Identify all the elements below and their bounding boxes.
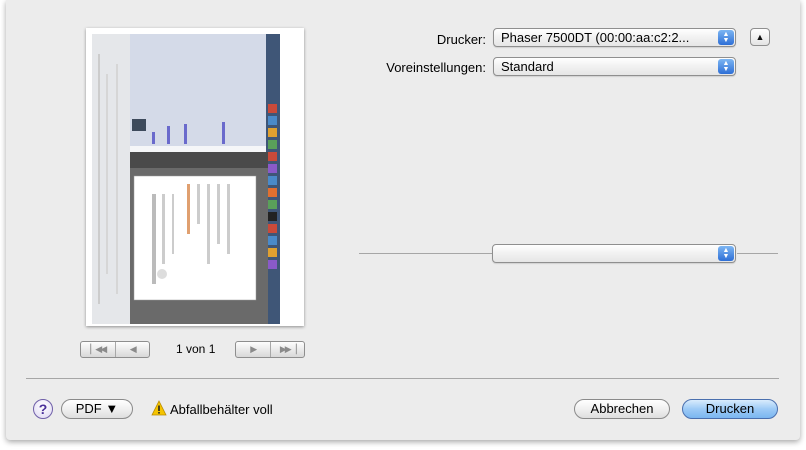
presets-popup[interactable]: Standard ▲ ▼ <box>493 57 736 76</box>
print-dialog: ▏◀◀ ◀ 1 von 1 ▶ ▶▶▕ Drucker: Phaser 7500… <box>6 0 800 440</box>
previous-page-button[interactable]: ◀ <box>114 342 150 357</box>
page-nav-back-group: ▏◀◀ ◀ <box>80 341 150 358</box>
popup-arrows-icon: ▲ ▼ <box>718 30 734 45</box>
separator-right <box>737 253 778 254</box>
pdf-label: PDF ▼ <box>75 401 119 416</box>
separator-left <box>359 253 492 254</box>
print-button[interactable]: Drucken <box>682 399 778 419</box>
printer-label: Drucker: <box>436 32 486 47</box>
print-label: Drucken <box>705 401 755 416</box>
popup-arrows-icon: ▲ ▼ <box>718 59 734 74</box>
first-page-button[interactable]: ▏◀◀ <box>81 342 115 357</box>
preview-page-image <box>92 34 280 324</box>
help-button[interactable]: ? <box>33 399 53 419</box>
printer-popup[interactable]: Phaser 7500DT (00:00:aa:c2:2... ▲ ▼ <box>493 28 736 47</box>
print-preview <box>86 28 304 326</box>
page-nav-forward-group: ▶ ▶▶▕ <box>235 341 305 358</box>
presets-value: Standard <box>501 59 554 74</box>
expand-dialog-button[interactable]: ▲ <box>750 28 770 46</box>
previous-page-icon: ◀ <box>129 344 137 354</box>
first-page-icon: ▏◀◀ <box>90 344 107 354</box>
next-page-icon: ▶ <box>250 344 257 354</box>
cancel-label: Abbrechen <box>590 401 654 416</box>
help-icon: ? <box>38 401 48 417</box>
disclosure-up-icon: ▲ <box>755 32 765 42</box>
presets-label: Voreinstellungen: <box>386 60 486 75</box>
next-page-button[interactable]: ▶ <box>236 342 270 357</box>
popup-arrows-icon: ▲ ▼ <box>718 246 734 261</box>
warning-text: Abfallbehälter voll <box>170 402 273 417</box>
last-page-icon: ▶▶▕ <box>279 344 297 354</box>
pdf-menu-button[interactable]: PDF ▼ <box>61 399 133 419</box>
warning-icon <box>151 400 167 416</box>
footer-separator <box>26 378 779 379</box>
cancel-button[interactable]: Abbrechen <box>574 399 670 419</box>
section-popup[interactable]: ▲ ▼ <box>492 244 736 263</box>
printer-value: Phaser 7500DT (00:00:aa:c2:2... <box>501 30 690 45</box>
page-count: 1 von 1 <box>176 342 216 356</box>
last-page-button[interactable]: ▶▶▕ <box>269 342 305 357</box>
